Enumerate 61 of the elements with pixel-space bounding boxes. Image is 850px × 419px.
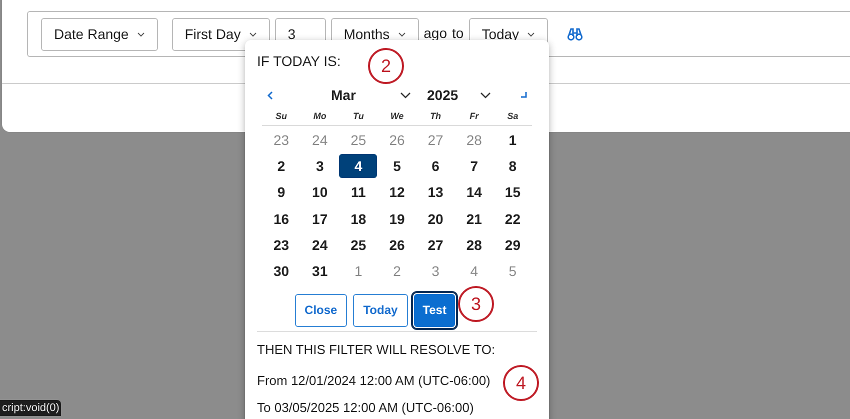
chevron-down-icon — [480, 92, 491, 98]
result-line: To 03/05/2025 12:00 AM (UTC-06:00) — [257, 398, 474, 417]
calendar-day[interactable]: 25 — [339, 233, 378, 258]
previous-month-icon[interactable] — [267, 90, 273, 100]
year-select[interactable]: 2025 — [427, 84, 491, 106]
calendar-day[interactable]: 20 — [416, 207, 455, 232]
calendar-day[interactable]: 10 — [300, 180, 339, 205]
calendar-day[interactable]: 9 — [262, 180, 300, 205]
calendar-day[interactable]: 19 — [378, 207, 416, 232]
weekday-label: Th — [429, 110, 442, 123]
caret-icon — [527, 32, 536, 36]
calendar-day[interactable]: 3 — [300, 154, 339, 178]
calendar-day[interactable]: 29 — [494, 233, 532, 258]
calendar-day[interactable]: 13 — [416, 180, 455, 205]
calendar-day[interactable]: 4 — [339, 154, 378, 178]
weekday-label: Mo — [312, 110, 328, 123]
action-button[interactable]: Today — [353, 294, 408, 327]
calendar-day[interactable]: 12 — [378, 180, 416, 205]
calendar-day[interactable]: 22 — [494, 207, 532, 232]
dropdown[interactable]: Date Range — [41, 18, 158, 50]
calendar-day[interactable]: 26 — [378, 233, 416, 258]
calendar-day[interactable]: 15 — [494, 180, 532, 205]
calendar-day[interactable]: 27 — [416, 233, 455, 258]
month-select[interactable]: Mar — [331, 84, 411, 106]
calendar-day[interactable]: 17 — [300, 207, 339, 232]
calendar-day[interactable]: 16 — [262, 207, 300, 232]
calendar-day[interactable]: 21 — [455, 207, 494, 232]
calendar-day[interactable]: 8 — [494, 154, 532, 178]
calendar-day[interactable]: 6 — [416, 154, 455, 178]
status-tooltip: cript:void(0) — [0, 400, 62, 416]
calendar-day[interactable]: 2 — [262, 154, 300, 178]
chevron-down-icon — [400, 92, 411, 98]
calendar-day[interactable]: 31 — [300, 260, 339, 284]
calendar-day[interactable]: 11 — [339, 180, 378, 205]
weekday-label: We — [389, 110, 405, 123]
weekday-label: Su — [274, 110, 288, 123]
result-line: From 12/01/2024 12:00 AM (UTC-06:00) — [257, 372, 490, 390]
calendar-day[interactable]: 23 — [262, 233, 300, 258]
calendar-day[interactable]: 30 — [262, 260, 300, 284]
caret-icon — [248, 32, 257, 36]
calendar-day[interactable]: 1 — [494, 128, 532, 152]
popup-heading: IF TODAY IS: — [257, 52, 341, 69]
next-month-icon[interactable] — [521, 92, 527, 98]
weekday-label: Fr — [468, 110, 480, 123]
filter-label: to — [452, 25, 464, 41]
filter-label: ago — [424, 25, 447, 41]
action-button[interactable]: Close — [294, 294, 348, 327]
result-heading: THEN THIS FILTER WILL RESOLVE TO: — [257, 340, 496, 359]
weekday-label: Tu — [352, 110, 365, 123]
action-button[interactable]: Test — [414, 294, 456, 327]
calendar-day[interactable]: 14 — [455, 180, 494, 205]
dropdown[interactable]: First Day — [172, 18, 270, 50]
binoculars-icon[interactable] — [567, 27, 584, 41]
calendar-day[interactable]: 5 — [378, 154, 416, 178]
calendar-day[interactable]: 7 — [455, 154, 494, 178]
weekday-label: Sa — [506, 110, 520, 123]
calendar-day[interactable]: 18 — [339, 207, 378, 232]
caret-icon — [136, 32, 145, 36]
calendar-day[interactable]: 28 — [455, 233, 494, 258]
caret-icon — [398, 32, 406, 36]
calendar-day[interactable]: 24 — [300, 233, 339, 258]
